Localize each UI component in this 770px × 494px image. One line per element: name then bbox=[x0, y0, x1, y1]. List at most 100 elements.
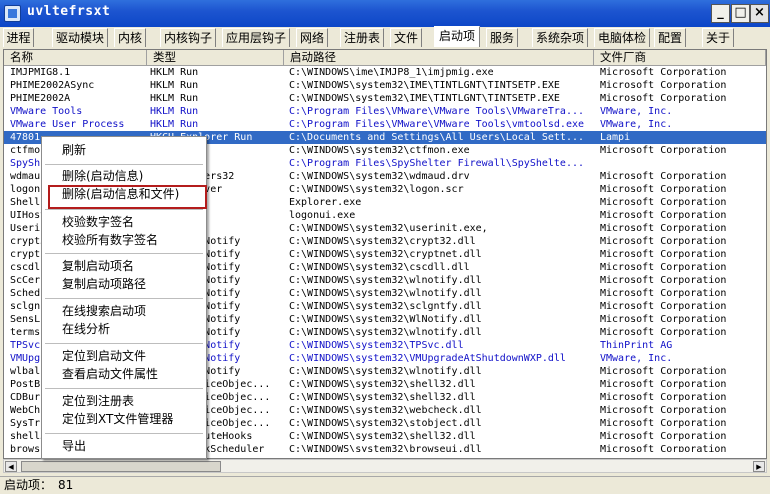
cell-vendor: Microsoft Corporation bbox=[600, 236, 727, 247]
status-count: 81 bbox=[58, 478, 74, 492]
menu-item-refresh[interactable]: 刷新 bbox=[42, 142, 206, 159]
scroll-thumb[interactable] bbox=[21, 461, 221, 472]
table-row[interactable]: PHIME2002ASync HKLM Run C:\WINDOWS\system3… bbox=[4, 79, 766, 92]
cell-type: HKLM Run bbox=[150, 67, 199, 78]
tab-config[interactable]: 配置 bbox=[654, 28, 686, 47]
cell-vendor: Microsoft Corporation bbox=[600, 405, 727, 416]
menu-item-locate-in-file-manager[interactable]: 定位到XT文件管理器 bbox=[42, 411, 206, 428]
minimize-button[interactable]: _ bbox=[711, 4, 730, 23]
cell-vendor: Lampi bbox=[600, 132, 631, 143]
cell-vendor: ThinPrint AG bbox=[600, 340, 673, 351]
menu-separator bbox=[45, 164, 203, 165]
cell-path: logonui.exe bbox=[289, 210, 356, 221]
cell-path: C:\WINDOWS\system32\wlnotify.dll bbox=[289, 288, 482, 299]
column-header-name[interactable]: 名称 bbox=[4, 50, 147, 66]
cell-name: IMJPMIG8.1 bbox=[10, 67, 71, 78]
column-header-vendor[interactable]: 文件厂商 bbox=[594, 50, 766, 66]
cell-path: C:\WINDOWS\system32\stobject.dll bbox=[289, 418, 482, 429]
menu-item-verify-all-signatures[interactable]: 校验所有数字签名 bbox=[42, 232, 206, 249]
menu-separator bbox=[45, 253, 203, 254]
cell-path: C:\WINDOWS\system32\TPSvc.dll bbox=[289, 340, 464, 351]
menu-item-copy-startup-path[interactable]: 复制启动项路径 bbox=[42, 276, 206, 293]
table-row[interactable]: PHIME2002A HKLM Run C:\WINDOWS\system32\IM… bbox=[4, 92, 766, 105]
tab-system-misc[interactable]: 系统杂项 bbox=[532, 28, 588, 47]
tab-user-hooks[interactable]: 应用层钩子 bbox=[222, 28, 290, 47]
cell-path: C:\WINDOWS\system32\WlNotify.dll bbox=[289, 314, 482, 325]
menu-separator bbox=[45, 343, 203, 344]
tab-kernel-hooks[interactable]: 内核钩子 bbox=[160, 28, 216, 47]
column-header-path[interactable]: 启动路径 bbox=[284, 50, 594, 66]
cell-path: C:\WINDOWS\system32\IME\TINTLGNT\TINTSET… bbox=[289, 93, 560, 104]
cell-vendor: Microsoft Corporation bbox=[600, 379, 727, 390]
column-header-type[interactable]: 类型 bbox=[147, 50, 284, 66]
cell-vendor: Microsoft Corporation bbox=[600, 249, 727, 260]
context-menu: 刷新 删除(启动信息) 删除(启动信息和文件) 校验数字签名 校验所有数字签名 … bbox=[41, 136, 207, 459]
menu-item-copy-startup-name[interactable]: 复制启动项名 bbox=[42, 258, 206, 275]
cell-path: C:\WINDOWS\system32\browseui.dll bbox=[289, 444, 482, 452]
app-icon bbox=[4, 5, 21, 22]
cell-path: C:\WINDOWS\system32\sclgntfy.dll bbox=[289, 301, 482, 312]
menu-item-locate-registry[interactable]: 定位到注册表 bbox=[42, 393, 206, 410]
title-bar: uvltefrsxt _ □ × bbox=[0, 0, 770, 27]
cell-name: PHIME2002ASync bbox=[10, 80, 95, 91]
cell-path: C:\WINDOWS\system32\IME\TINTLGNT\TINTSET… bbox=[289, 80, 560, 91]
tab-about[interactable]: 关于 bbox=[702, 28, 734, 47]
cell-vendor bbox=[600, 157, 764, 170]
cell-path: C:\WINDOWS\system32\wlnotify.dll bbox=[289, 327, 482, 338]
cell-vendor: Microsoft Corporation bbox=[600, 184, 727, 195]
scroll-left-arrow-icon[interactable]: ◀ bbox=[5, 461, 17, 472]
table-row[interactable]: VMware Tools HKLM Run C:\Program Files\VMw… bbox=[4, 105, 766, 118]
cell-path: C:\WINDOWS\system32\userinit.exe, bbox=[289, 223, 488, 234]
menu-separator bbox=[45, 433, 203, 434]
cell-vendor: VMware, Inc. bbox=[600, 106, 673, 117]
tab-health-check[interactable]: 电脑体检 bbox=[594, 28, 650, 47]
menu-item-delete-startup-info-and-file[interactable]: 删除(启动信息和文件) bbox=[42, 186, 206, 203]
list-header: 名称 类型 启动路径 文件厂商 bbox=[4, 50, 766, 66]
scroll-right-arrow-icon[interactable]: ▶ bbox=[753, 461, 765, 472]
cell-path: C:\WINDOWS\system32\ctfmon.exe bbox=[289, 145, 470, 156]
tab-process[interactable]: 进程 bbox=[3, 28, 34, 47]
cell-vendor: Microsoft Corporation bbox=[600, 67, 727, 78]
menu-item-delete-startup-info[interactable]: 删除(启动信息) bbox=[42, 168, 206, 185]
cell-path: C:\Program Files\VMware\VMware Tools\VMw… bbox=[289, 106, 585, 117]
cell-vendor: Microsoft Corporation bbox=[600, 171, 727, 182]
table-row[interactable]: IMJPMIG8.1 HKLM Run C:\WINDOWS\ime\IMJP8_1… bbox=[4, 66, 766, 79]
menu-item-search-online[interactable]: 在线搜索启动项 bbox=[42, 303, 206, 320]
table-row[interactable]: VMware User Process HKLM Run C:\Program Fi… bbox=[4, 118, 766, 131]
cell-type: HKLM Run bbox=[150, 106, 199, 117]
close-button[interactable]: × bbox=[750, 4, 769, 23]
cell-path: C:\Documents and Settings\All Users\Loca… bbox=[289, 132, 585, 143]
cell-vendor: Microsoft Corporation bbox=[600, 288, 727, 299]
cell-vendor: Microsoft Corporation bbox=[600, 197, 727, 208]
tab-services[interactable]: 服务 bbox=[486, 28, 518, 47]
tab-registry[interactable]: 注册表 bbox=[340, 28, 384, 47]
menu-item-export[interactable]: 导出 bbox=[42, 438, 206, 455]
cell-path: C:\WINDOWS\system32\VMUpgradeAtShutdownW… bbox=[289, 353, 566, 364]
menu-item-verify-signature[interactable]: 校验数字签名 bbox=[42, 214, 206, 231]
menu-item-locate-startup-file[interactable]: 定位到启动文件 bbox=[42, 348, 206, 365]
menu-item-analyze-online[interactable]: 在线分析 bbox=[42, 321, 206, 338]
tab-files[interactable]: 文件 bbox=[390, 28, 422, 47]
horizontal-scrollbar[interactable]: ◀ ▶ bbox=[3, 459, 767, 473]
menu-separator bbox=[45, 298, 203, 299]
cell-vendor: Microsoft Corporation bbox=[600, 262, 727, 273]
status-bar: 启动项： 81 bbox=[0, 476, 770, 494]
menu-separator bbox=[45, 209, 203, 210]
cell-type: HKLM Run bbox=[150, 119, 199, 130]
menu-item-file-properties[interactable]: 查看启动文件属性 bbox=[42, 366, 206, 383]
cell-name: VMware User Process bbox=[10, 119, 125, 130]
tab-network[interactable]: 网络 bbox=[296, 28, 328, 47]
tab-startup[interactable]: 启动项 bbox=[434, 26, 480, 47]
tab-kernel[interactable]: 内核 bbox=[114, 28, 146, 47]
cell-vendor: Microsoft Corporation bbox=[600, 314, 727, 325]
cell-path: C:\Program Files\VMware\VMware Tools\vmt… bbox=[289, 119, 585, 130]
cell-type: HKLM Run bbox=[150, 80, 199, 91]
cell-name: PHIME2002A bbox=[10, 93, 71, 104]
cell-vendor: Microsoft Corporation bbox=[600, 418, 727, 429]
maximize-button[interactable]: □ bbox=[731, 4, 750, 23]
cell-vendor: Microsoft Corporation bbox=[600, 145, 727, 156]
cell-path: C:\Program Files\SpyShelter Firewall\Spy… bbox=[289, 158, 585, 169]
cell-path: C:\WINDOWS\system32\shell32.dll bbox=[289, 379, 476, 390]
tab-driver-modules[interactable]: 驱动模块 bbox=[52, 28, 108, 47]
cell-path: C:\WINDOWS\system32\wlnotify.dll bbox=[289, 275, 482, 286]
